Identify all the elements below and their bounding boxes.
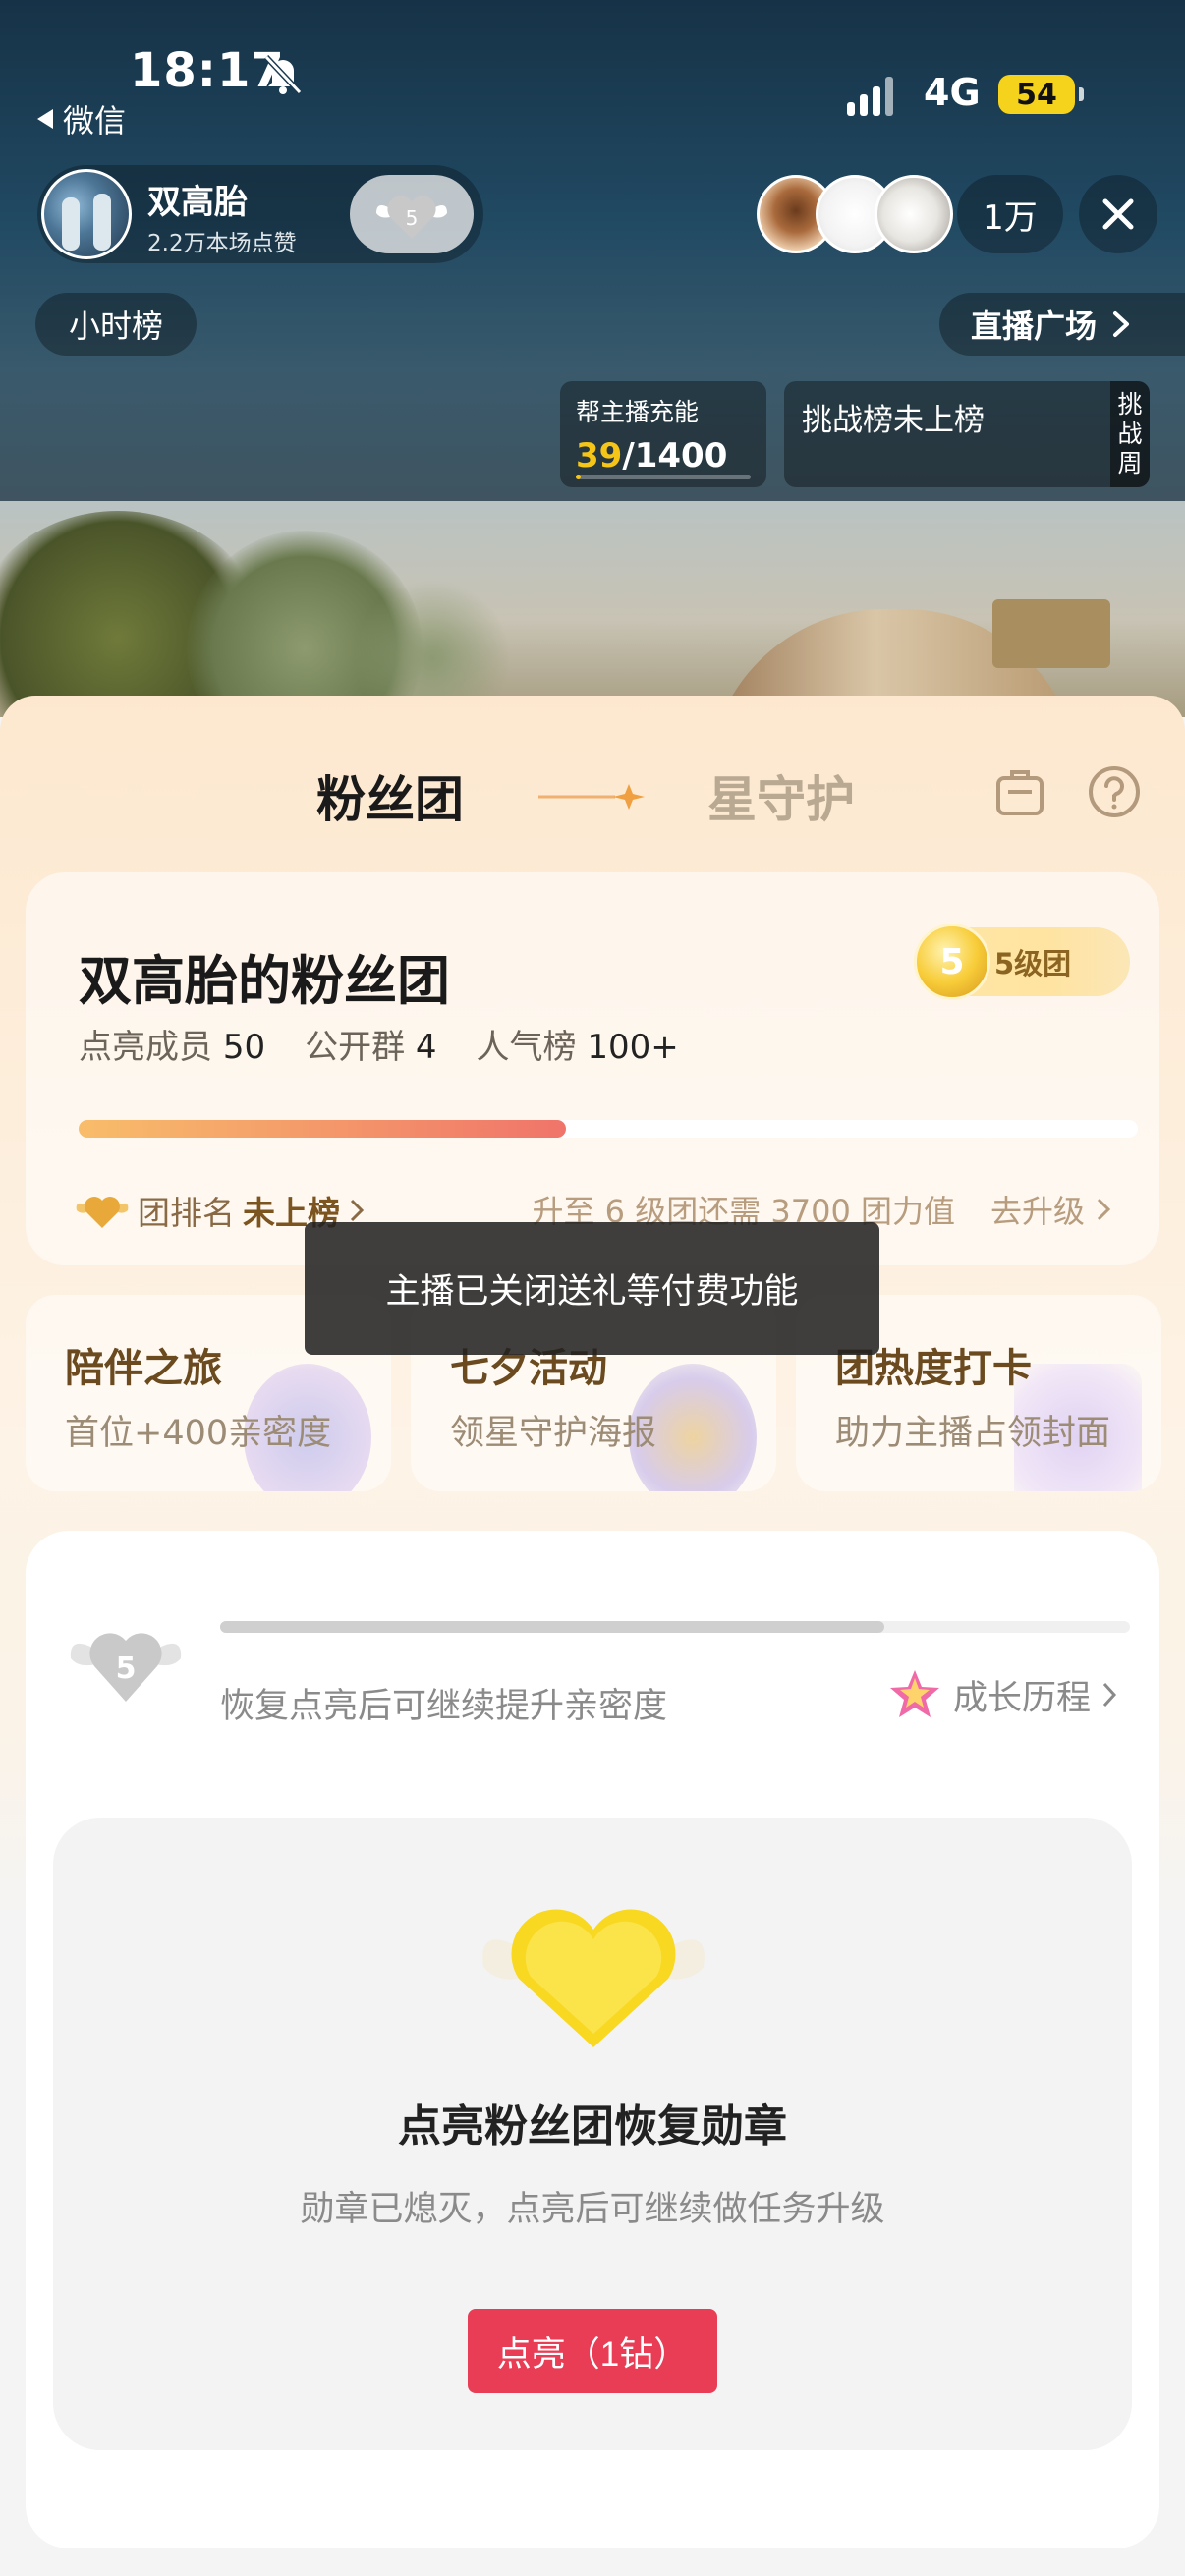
live-video-preview[interactable]: [0, 501, 1185, 717]
winged-heart-icon: 5: [376, 196, 447, 239]
badge-level-number: 5: [116, 1652, 137, 1686]
fan-club-panel: 粉丝团 星守护 双高胎的粉丝团 5 5级团 点亮成员 50 公开群 4 人气榜 …: [0, 696, 1185, 2576]
fan-club-card: 双高胎的粉丝团 5 5级团 点亮成员 50 公开群 4 人气榜 100+ 团排名…: [26, 872, 1159, 1265]
network-label: 4G: [924, 71, 981, 114]
gray-winged-heart-icon: 5: [70, 1633, 182, 1702]
gold-heart-icon: [76, 1197, 129, 1228]
fan-level-number: 5: [406, 206, 419, 230]
fan-badge-card: 5 恢复点亮后可继续提升亲密度 成长历程 点亮粉丝团恢复勋章 勋章已熄灭，点亮后…: [26, 1531, 1159, 2548]
growth-history-link[interactable]: 成长历程: [886, 1666, 1118, 1723]
fan-club-heart-button[interactable]: 5: [350, 175, 474, 253]
live-room-header: 18:17 微信 4G 54 双高胎 2.2万本场点赞 5 1万 小时榜 直播广…: [0, 0, 1185, 501]
stat-members[interactable]: 点亮成员 50: [79, 1020, 265, 1068]
video-scenery: [992, 599, 1110, 668]
viewer-avatar[interactable]: [875, 175, 953, 253]
tab-star-guard[interactable]: 星守护: [707, 760, 855, 831]
host-name: 双高胎: [147, 183, 248, 222]
stat-groups[interactable]: 公开群 4: [305, 1020, 436, 1068]
host-likes: 2.2万本场点赞: [147, 231, 297, 256]
challenge-widget[interactable]: 挑战榜未上榜 挑战周: [784, 381, 1150, 487]
chevron-right-icon: [350, 1199, 365, 1222]
top-viewers[interactable]: [757, 175, 953, 253]
star-icon: [889, 1670, 939, 1717]
intimacy-progress-fill: [220, 1621, 884, 1633]
relight-title: 点亮粉丝团恢复勋章: [398, 2101, 787, 2152]
help-icon[interactable]: [1087, 764, 1142, 819]
yellow-winged-heart-icon: [482, 1909, 705, 2047]
charge-total: /1400: [622, 436, 728, 476]
hour-rank-button[interactable]: 小时榜: [35, 293, 197, 356]
host-info[interactable]: 双高胎 2.2万本场点赞 5: [37, 165, 483, 263]
relight-section: 点亮粉丝团恢复勋章 勋章已熄灭，点亮后可继续做任务升级 点亮（1钻）: [53, 1818, 1132, 2450]
activity-title: 陪伴之旅: [65, 1346, 222, 1391]
charge-progress: [576, 475, 751, 479]
intimacy-hint: 恢复点亮后可继续提升亲密度: [220, 1687, 668, 1726]
live-plaza-label: 直播广场: [971, 308, 1098, 345]
sparkle-divider-icon: [538, 784, 645, 810]
challenge-label: 挑战榜未上榜: [802, 403, 985, 438]
signal-icon: [847, 77, 893, 116]
activity-subtitle: 助力主播占领封面: [835, 1414, 1111, 1453]
toast-message: 主播已关闭送礼等付费功能: [305, 1222, 879, 1355]
challenge-tag: 挑战周: [1110, 381, 1150, 487]
fan-club-title: 双高胎的粉丝团: [79, 950, 450, 1012]
club-progress-bar: [79, 1120, 1138, 1138]
chevron-right-icon: [1097, 1198, 1111, 1221]
charge-progress-fill: [576, 475, 581, 479]
rank-label: 团排名: [138, 1194, 235, 1232]
chevron-right-icon: [1113, 311, 1130, 337]
back-app-label: 微信: [63, 102, 127, 140]
growth-history-label: 成长历程: [952, 1678, 1091, 1718]
charge-title: 帮主播充能: [576, 398, 700, 426]
club-level-label: 5级团: [994, 947, 1072, 980]
viewer-count[interactable]: 1万: [957, 175, 1063, 253]
close-icon: [1102, 198, 1134, 230]
back-arrow-icon: [37, 109, 53, 129]
level-medal-icon: 5: [914, 924, 990, 1000]
club-progress-fill: [79, 1120, 566, 1138]
activity-subtitle: 领星守护海报: [450, 1414, 657, 1453]
relight-button[interactable]: 点亮（1钻）: [468, 2309, 717, 2393]
charge-current: 39: [576, 436, 623, 476]
intimacy-progress-bar: [220, 1621, 1130, 1633]
charge-widget[interactable]: 帮主播充能 39/1400: [560, 381, 766, 487]
bell-muted-icon: [263, 54, 303, 95]
close-button[interactable]: [1079, 175, 1157, 253]
stat-popularity[interactable]: 人气榜 100+: [477, 1020, 679, 1068]
activity-subtitle: 首位+400亲密度: [65, 1414, 332, 1453]
club-level-badge[interactable]: 5 5级团: [914, 924, 1130, 1000]
tab-fan-club[interactable]: 粉丝团: [316, 760, 464, 831]
upgrade-link[interactable]: 去升级: [990, 1187, 1112, 1232]
host-avatar[interactable]: [41, 169, 132, 259]
relight-description: 勋章已熄灭，点亮后可继续做任务升级: [300, 2190, 885, 2229]
chevron-right-icon: [1102, 1682, 1117, 1708]
bag-icon[interactable]: [992, 764, 1047, 819]
charge-value: 39/1400: [576, 436, 751, 476]
club-stats: 点亮成员 50 公开群 4 人气榜 100+: [79, 1020, 679, 1068]
live-plaza-button[interactable]: 直播广场: [939, 293, 1185, 356]
battery-icon: 54: [998, 75, 1084, 114]
back-to-wechat[interactable]: 微信: [37, 96, 126, 141]
